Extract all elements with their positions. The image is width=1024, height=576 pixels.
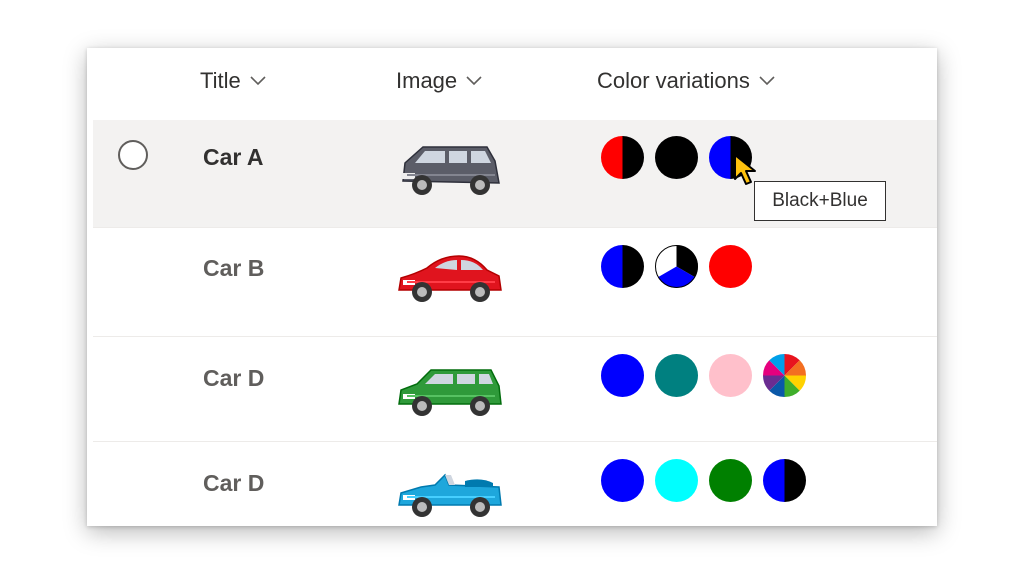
list-row[interactable]: Car B	[93, 228, 937, 336]
color-swatch[interactable]	[763, 354, 806, 397]
row-title[interactable]: Car B	[203, 255, 264, 282]
arrow-cursor-icon	[734, 154, 756, 185]
color-swatches	[601, 245, 752, 288]
chevron-down-icon	[759, 76, 775, 86]
color-swatch[interactable]	[601, 354, 644, 397]
color-swatch[interactable]	[655, 245, 698, 288]
row-select-radio[interactable]	[118, 140, 148, 170]
column-header-image[interactable]: Image	[396, 66, 483, 96]
list-view: Title Image Color variations Car A Car B	[87, 48, 937, 526]
color-swatch[interactable]	[709, 459, 752, 502]
column-header-label: Image	[396, 68, 458, 93]
car-image	[395, 137, 505, 199]
swatch-tooltip: Black+Blue	[754, 181, 886, 221]
car-image	[395, 244, 505, 306]
color-swatch[interactable]	[763, 459, 806, 502]
car-icon	[398, 369, 502, 416]
column-header-label: Color variations	[597, 68, 750, 93]
color-swatch[interactable]	[601, 136, 644, 179]
tooltip-text: Black+Blue	[772, 190, 868, 211]
color-swatches	[601, 354, 806, 397]
list-row[interactable]: Car D	[93, 337, 937, 441]
color-swatches	[601, 136, 752, 179]
color-swatch[interactable]	[709, 354, 752, 397]
color-swatch[interactable]	[655, 354, 698, 397]
row-title[interactable]: Car A	[203, 144, 264, 171]
color-swatch[interactable]	[601, 459, 644, 502]
color-swatch[interactable]	[601, 245, 644, 288]
row-title[interactable]: Car D	[203, 365, 264, 392]
car-image	[395, 459, 505, 521]
color-swatch[interactable]	[655, 459, 698, 502]
color-swatches	[601, 459, 806, 502]
chevron-down-icon	[250, 76, 266, 86]
car-image	[395, 358, 505, 420]
column-header-row: Title Image Color variations	[87, 48, 937, 116]
column-header-label: Title	[200, 68, 241, 93]
column-header-title[interactable]: Title	[200, 66, 267, 96]
column-header-color-variations[interactable]: Color variations	[597, 66, 776, 96]
chevron-down-icon	[466, 76, 482, 86]
color-swatch[interactable]	[655, 136, 698, 179]
car-icon	[398, 473, 502, 517]
list-row[interactable]: Car D	[93, 442, 937, 526]
color-swatch[interactable]	[709, 245, 752, 288]
car-icon	[398, 255, 502, 302]
car-icon	[401, 146, 500, 195]
row-title[interactable]: Car D	[203, 470, 264, 497]
